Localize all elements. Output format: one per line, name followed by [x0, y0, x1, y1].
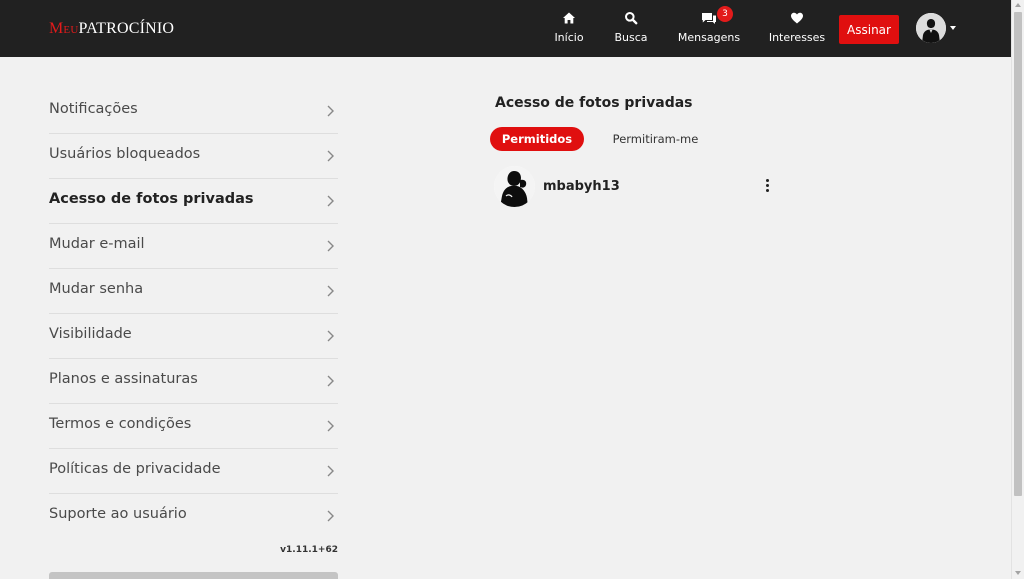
menu-item-label: Mudar senha	[49, 281, 144, 297]
chevron-right-icon	[327, 240, 334, 252]
menu-bottom-bar	[49, 572, 338, 579]
avatar	[916, 13, 946, 43]
menu-item-mudar-senha[interactable]: Mudar senha	[49, 269, 338, 314]
menu-item-label: Suporte ao usuário	[49, 506, 187, 522]
chevron-right-icon	[327, 285, 334, 297]
chevron-right-icon	[327, 195, 334, 207]
menu-item-label: Visibilidade	[49, 326, 132, 342]
menu-item-label: Acesso de fotos privadas	[49, 191, 254, 207]
scroll-up-arrow-icon[interactable]	[1015, 3, 1021, 7]
list-item: mbabyh13	[494, 166, 778, 208]
brand-logo[interactable]: MeuPatrocínio	[49, 20, 174, 38]
chevron-right-icon	[327, 330, 334, 342]
messages-icon: 3	[671, 6, 747, 29]
menu-item-termos-condicoes[interactable]: Termos e condições	[49, 404, 338, 449]
more-vertical-icon[interactable]	[761, 179, 773, 195]
menu-item-label: Termos e condições	[49, 416, 192, 432]
chevron-right-icon	[327, 510, 334, 522]
tab-permitiram-me[interactable]: Permitiram-me	[608, 127, 703, 151]
tab-permitidos[interactable]: Permitidos	[490, 127, 584, 151]
search-icon	[593, 11, 669, 29]
chevron-down-icon	[950, 26, 956, 30]
top-navbar: MeuPatrocínio Início Busca 3 Mensagens I…	[0, 0, 1011, 57]
user-menu[interactable]	[916, 13, 960, 45]
settings-menu: Notificações Usuários bloqueados Acesso …	[49, 89, 338, 539]
brand-logo-part2: Patrocínio	[78, 20, 175, 37]
nav-messages-label: Mensagens	[677, 31, 741, 44]
menu-item-label: Usuários bloqueados	[49, 146, 201, 162]
menu-item-mudar-email[interactable]: Mudar e-mail	[49, 224, 338, 269]
menu-item-planos-assinaturas[interactable]: Planos e assinaturas	[49, 359, 338, 404]
app-version: v1.11.1+62	[280, 545, 338, 555]
nav-interests[interactable]: Interesses	[759, 11, 835, 44]
nav-messages[interactable]: 3 Mensagens	[671, 6, 747, 44]
nav-search-label: Busca	[614, 31, 648, 44]
scroll-down-arrow-icon[interactable]	[1015, 571, 1021, 575]
chevron-right-icon	[327, 465, 334, 477]
avatar[interactable]	[494, 166, 535, 207]
page-scrollbar[interactable]	[1011, 0, 1024, 579]
subscribe-button[interactable]: Assinar	[839, 15, 899, 44]
menu-item-notificacoes[interactable]: Notificações	[49, 89, 338, 134]
nav-interests-label: Interesses	[768, 31, 826, 44]
menu-item-suporte-usuario[interactable]: Suporte ao usuário	[49, 494, 338, 539]
menu-item-acesso-fotos-privadas[interactable]: Acesso de fotos privadas	[49, 179, 338, 224]
brand-logo-part1: Meu	[49, 20, 79, 37]
chevron-right-icon	[327, 105, 334, 117]
menu-item-label: Planos e assinaturas	[49, 371, 198, 387]
menu-item-label: Políticas de privacidade	[49, 461, 221, 477]
menu-item-label: Mudar e-mail	[49, 236, 145, 252]
chevron-right-icon	[327, 150, 334, 162]
page-title: Acesso de fotos privadas	[495, 95, 693, 111]
messages-badge: 3	[717, 6, 733, 22]
menu-item-politicas-privacidade[interactable]: Políticas de privacidade	[49, 449, 338, 494]
chevron-right-icon	[327, 420, 334, 432]
menu-item-usuarios-bloqueados[interactable]: Usuários bloqueados	[49, 134, 338, 179]
nav-search[interactable]: Busca	[593, 11, 669, 44]
chevron-right-icon	[327, 375, 334, 387]
scroll-thumb[interactable]	[1014, 12, 1022, 496]
heart-icon	[759, 11, 835, 29]
menu-item-visibilidade[interactable]: Visibilidade	[49, 314, 338, 359]
menu-item-label: Notificações	[49, 101, 138, 117]
username[interactable]: mbabyh13	[543, 179, 620, 194]
